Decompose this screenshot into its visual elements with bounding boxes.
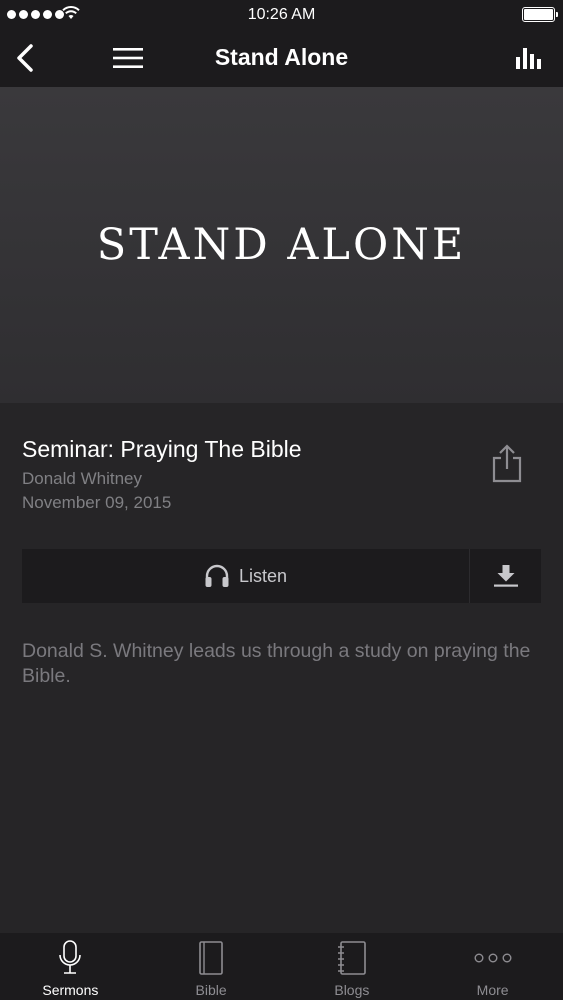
tab-bible[interactable]: Bible [141,933,282,1000]
download-icon [493,565,518,587]
page-title: Stand Alone [214,44,349,70]
status-bar: 10:26 AM [0,0,563,30]
tab-label: More [476,982,509,998]
tab-bar: Sermons Bible Blogs More [0,933,563,1000]
battery-icon [522,7,558,22]
media-actions: Listen [22,549,541,603]
tab-sermons[interactable]: Sermons [0,933,141,1000]
notebook-icon [337,941,366,975]
tab-more[interactable]: More [422,933,563,1000]
sermon-description: Donald S. Whitney leads us through a stu… [22,640,531,687]
series-artwork-text: STAND ALONE [96,220,467,270]
microphone-icon [59,940,82,974]
sermon-author: Donald Whitney [22,469,143,488]
listen-label: Listen [238,565,288,586]
tab-label: Blogs [334,982,370,998]
listen-button[interactable]: Listen [22,549,469,603]
sermon-title: Seminar: Praying The Bible [22,436,302,462]
more-icon [474,953,512,963]
headphones-icon [205,564,229,587]
tab-label: Sermons [42,982,99,998]
bar-chart-icon[interactable] [515,44,543,70]
sermon-detail: Seminar: Praying The Bible Donald Whitne… [0,403,563,933]
book-icon [199,941,223,975]
download-button[interactable] [470,549,541,603]
sermon-date: November 09, 2015 [22,493,172,512]
navigation-bar: Stand Alone [0,30,563,87]
tab-label: Bible [195,982,227,998]
share-icon[interactable] [490,443,524,483]
status-time: 10:26 AM [247,6,316,23]
tab-blogs[interactable]: Blogs [282,933,423,1000]
series-artwork: STAND ALONE [0,87,563,403]
